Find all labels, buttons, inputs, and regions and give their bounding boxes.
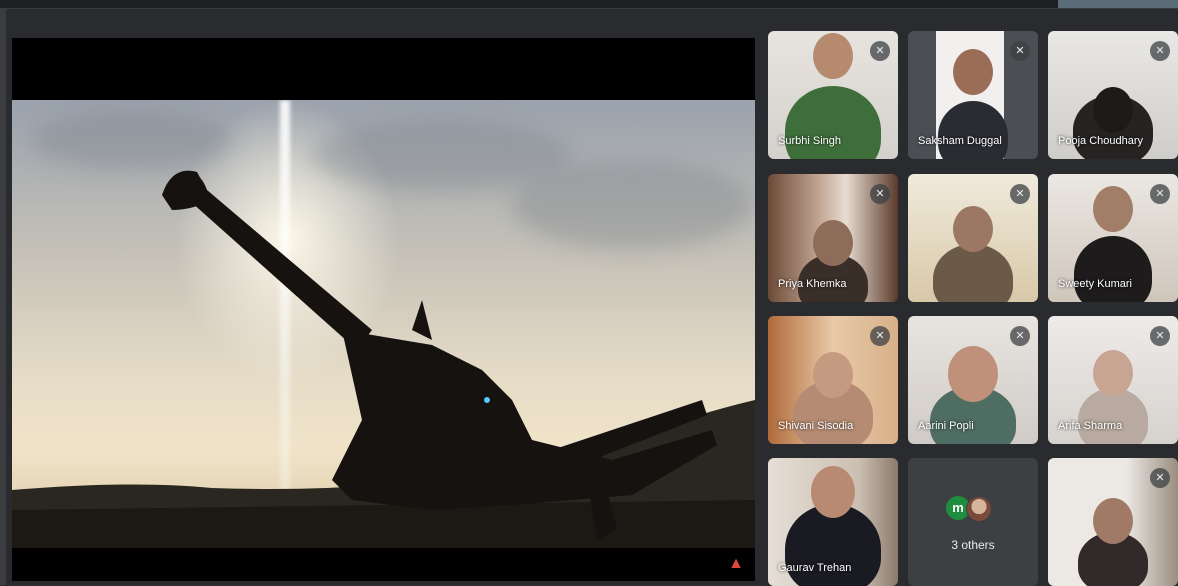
mic-off-icon: ✕	[870, 326, 890, 346]
participant-name: Sweety Kumari	[1058, 278, 1132, 290]
participant-tile[interactable]: ✕ Sweety Kumari	[1048, 174, 1178, 302]
participant-name: Saksham Duggal	[918, 135, 1002, 147]
participant-name: Surbhi Singh	[778, 135, 841, 147]
presentation-stage[interactable]: ▲	[12, 38, 755, 581]
participant-tile[interactable]: ✕ Surbhi Singh	[768, 31, 898, 159]
mic-off-icon: ✕	[870, 41, 890, 61]
participant-name: Priya Khemka	[778, 278, 847, 290]
others-count-label: 3 others	[951, 538, 995, 552]
presented-image	[12, 100, 755, 548]
mic-off-icon: ✕	[870, 184, 890, 204]
mic-off-icon: ✕	[1150, 326, 1170, 346]
mic-off-icon: ✕	[1150, 184, 1170, 204]
participant-name: Gaurav Trehan	[778, 562, 852, 574]
others-tile[interactable]: m 3 others	[908, 458, 1038, 586]
avatar	[966, 496, 992, 522]
participant-name: Aarini Popli	[918, 420, 974, 432]
mic-off-icon: ✕	[1010, 41, 1030, 61]
mic-off-icon: ✕	[1150, 468, 1170, 488]
top-bar-accent	[1058, 0, 1178, 8]
participant-name: Shivani Sisodia	[778, 420, 854, 432]
window-top-bar	[0, 0, 1178, 9]
letterbox-top	[12, 38, 755, 100]
artillery-silhouette	[12, 170, 755, 548]
participant-tile[interactable]: ✕ Pooja Choudhary	[1048, 31, 1178, 159]
participant-tile-active-speaker[interactable]: Gaurav Trehan	[768, 458, 898, 586]
present-icon[interactable]: ▲	[727, 555, 745, 573]
participant-tile[interactable]: ✕ Shivani Sisodia	[768, 316, 898, 444]
participant-tile[interactable]: ✕ Aarini Popli	[908, 316, 1038, 444]
participant-tile[interactable]: ✕ Arifa Sharma	[1048, 316, 1178, 444]
participant-tile[interactable]: ✕ Priya Khemka	[768, 174, 898, 302]
mic-off-icon: ✕	[1150, 41, 1170, 61]
mic-off-icon: ✕	[1010, 184, 1030, 204]
participant-tile[interactable]: ✕ Saksham Duggal	[908, 31, 1038, 159]
participant-name: Pooja Choudhary	[1058, 135, 1144, 147]
mic-off-icon: ✕	[1010, 326, 1030, 346]
participant-tile[interactable]: ✕	[1048, 458, 1178, 586]
letterbox-bottom	[12, 548, 755, 581]
left-edge	[0, 8, 6, 585]
others-avatars: m	[946, 496, 1006, 522]
participant-tile[interactable]: ✕	[908, 174, 1038, 302]
participant-name: Arifa Sharma	[1058, 420, 1123, 432]
